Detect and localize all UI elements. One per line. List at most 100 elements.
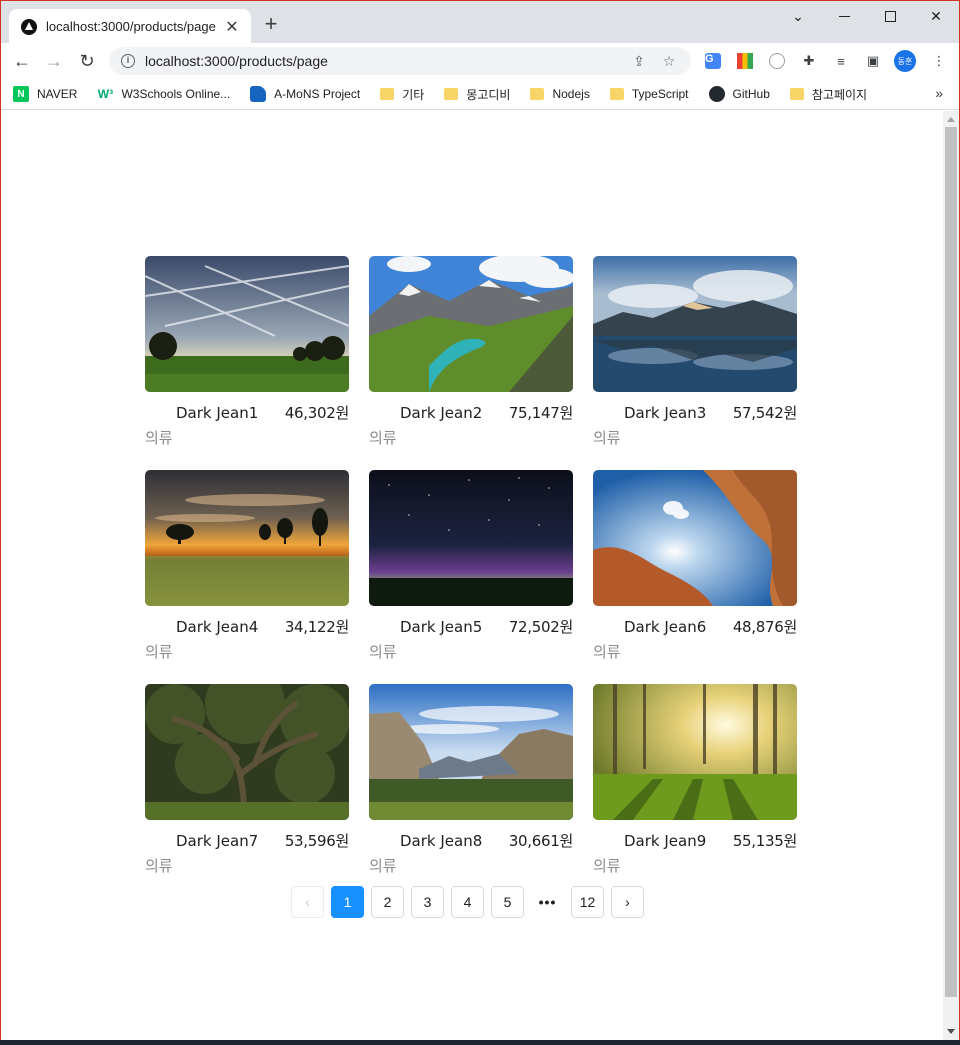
product-category: 의류: [593, 429, 621, 447]
product-category: 의류: [369, 429, 397, 447]
color-extension-icon[interactable]: [735, 51, 755, 71]
close-window-button[interactable]: ✕: [913, 1, 959, 31]
folder-icon: [530, 88, 545, 100]
site-info-icon[interactable]: i: [121, 54, 135, 68]
product-grid: Dark Jean1 46,302원 의류 Dark Jean2 75,147원 의…: [145, 256, 799, 876]
tab-close-icon[interactable]: ✕: [223, 17, 241, 37]
product-price: 34,122원: [284, 618, 349, 636]
product-image[interactable]: [593, 684, 797, 820]
product-category: 의류: [369, 643, 397, 661]
product-card[interactable]: Dark Jean8 30,661원 의류: [369, 684, 573, 876]
product-card[interactable]: Dark Jean7 53,596원 의류: [145, 684, 349, 876]
product-card[interactable]: Dark Jean9 55,135원 의류: [593, 684, 797, 876]
product-price: 53,596원: [284, 832, 349, 850]
bookmark-folder-mongodb[interactable]: 몽고디비: [444, 86, 510, 103]
pagination-ellipsis[interactable]: •••: [531, 886, 564, 918]
forward-arrow-icon[interactable]: →: [41, 48, 67, 74]
google-translate-extension-icon[interactable]: G: [703, 51, 723, 71]
product-image[interactable]: [369, 256, 573, 392]
product-image[interactable]: [145, 684, 349, 820]
menu-kebab-icon[interactable]: ⋮: [929, 51, 949, 71]
globe-extension-icon[interactable]: [767, 51, 787, 71]
page-button-1[interactable]: 1: [331, 886, 364, 918]
product-card[interactable]: Dark Jean6 48,876원 의류: [593, 470, 797, 662]
pagination-next-icon[interactable]: ›: [611, 886, 644, 918]
bookmark-folder-typescript[interactable]: TypeScript: [609, 87, 689, 101]
bookmarks-bar: N NAVER W³ W3Schools Online... A-MoNS Proj…: [1, 79, 959, 110]
scroll-thumb[interactable]: [945, 127, 957, 997]
product-image[interactable]: [369, 684, 573, 820]
bookmark-amons[interactable]: A-MoNS Project: [250, 86, 360, 102]
pagination-prev-icon[interactable]: ‹: [291, 886, 324, 918]
folder-icon: [609, 88, 624, 100]
product-image[interactable]: [145, 256, 349, 392]
product-card[interactable]: Dark Jean1 46,302원 의류: [145, 256, 349, 448]
scroll-up-arrow-icon[interactable]: [947, 117, 955, 122]
page-button-4[interactable]: 4: [451, 886, 484, 918]
product-price: 30,661원: [508, 832, 573, 850]
bookmark-naver[interactable]: N NAVER: [13, 86, 77, 102]
address-bar[interactable]: i localhost:3000/products/page ⇪ ☆: [109, 47, 691, 75]
side-panel-icon[interactable]: ▣: [863, 51, 883, 71]
bookmark-star-icon[interactable]: ☆: [659, 53, 679, 70]
product-category: 의류: [369, 857, 397, 875]
product-price: 55,135원: [732, 832, 797, 850]
product-image[interactable]: [593, 470, 797, 606]
browser-toolbar: ← → ↻ i localhost:3000/products/page ⇪ ☆…: [1, 43, 959, 79]
product-name: Dark Jean8: [400, 831, 483, 850]
bookmark-w3schools[interactable]: W³ W3Schools Online...: [97, 86, 230, 102]
reload-icon[interactable]: ↻: [74, 48, 100, 74]
page-button-2[interactable]: 2: [371, 886, 404, 918]
product-name: Dark Jean4: [176, 617, 259, 636]
product-name: Dark Jean7: [176, 831, 259, 850]
product-card[interactable]: Dark Jean3 57,542원 의류: [593, 256, 797, 448]
bookmark-folder-etc[interactable]: 기타: [380, 86, 424, 103]
product-price: 46,302원: [284, 404, 349, 422]
back-arrow-icon[interactable]: ←: [9, 48, 35, 74]
product-name: Dark Jean5: [400, 617, 483, 636]
url-text[interactable]: localhost:3000/products/page: [145, 53, 619, 69]
share-icon[interactable]: ⇪: [629, 53, 649, 70]
product-card[interactable]: Dark Jean2 75,147원 의류: [369, 256, 573, 448]
media-queue-icon[interactable]: ≡: [831, 51, 851, 71]
product-price: 72,502원: [508, 618, 573, 636]
scroll-down-arrow-icon[interactable]: [947, 1029, 955, 1034]
product-name: Dark Jean3: [624, 403, 707, 422]
product-image[interactable]: [369, 470, 573, 606]
w3schools-icon: W³: [97, 87, 114, 101]
minimize-button[interactable]: [821, 1, 867, 31]
tab-search-chevron-icon[interactable]: ⌄: [775, 1, 821, 31]
folder-icon: [380, 88, 395, 100]
bookmark-folder-nodejs[interactable]: Nodejs: [530, 87, 590, 101]
new-tab-button[interactable]: +: [259, 13, 283, 37]
minimize-icon: [838, 15, 850, 17]
page-viewport: Dark Jean1 46,302원 의류 Dark Jean2 75,147원 의…: [1, 111, 943, 1040]
profile-avatar[interactable]: 동훈: [894, 50, 916, 72]
product-card[interactable]: Dark Jean5 72,502원 의류: [369, 470, 573, 662]
product-name: Dark Jean6: [624, 617, 707, 636]
bookmark-github[interactable]: GitHub: [708, 86, 770, 102]
github-icon: [708, 86, 725, 102]
browser-tab[interactable]: localhost:3000/products/page ✕: [9, 9, 251, 44]
product-price: 57,542원: [732, 404, 797, 422]
page-button-last[interactable]: 12: [571, 886, 604, 918]
bookmark-folder-reference[interactable]: 참고페이지: [789, 86, 867, 103]
extensions-puzzle-icon[interactable]: ✚: [799, 51, 819, 71]
product-price: 48,876원: [732, 618, 797, 636]
product-card[interactable]: Dark Jean4 34,122원 의류: [145, 470, 349, 662]
page-scrollbar[interactable]: [943, 111, 959, 1040]
product-category: 의류: [145, 643, 173, 661]
maximize-button[interactable]: [867, 1, 913, 31]
product-image[interactable]: [145, 470, 349, 606]
bookmarks-overflow-icon[interactable]: »: [935, 85, 943, 101]
product-name: Dark Jean1: [176, 403, 259, 422]
maximize-icon: [884, 10, 896, 22]
amons-icon: [250, 86, 267, 102]
folder-icon: [444, 88, 459, 100]
product-category: 의류: [593, 643, 621, 661]
product-category: 의류: [145, 429, 173, 447]
taskbar-edge: [0, 1040, 960, 1045]
page-button-3[interactable]: 3: [411, 886, 444, 918]
product-image[interactable]: [593, 256, 797, 392]
page-button-5[interactable]: 5: [491, 886, 524, 918]
